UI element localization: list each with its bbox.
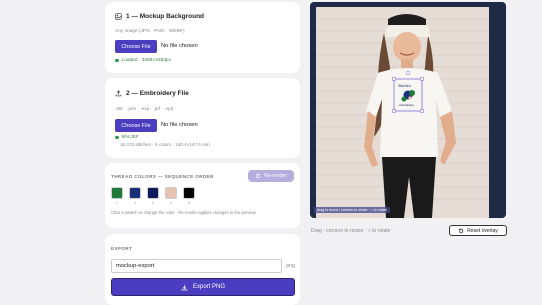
download-icon [181, 284, 188, 290]
svg-text:embroidery: embroidery [399, 103, 415, 107]
embroidery-choose-file-button[interactable]: Choose File [115, 119, 157, 132]
background-format-hint: Any image (JPG · PNG · WEBP) [115, 29, 185, 34]
thread-swatch-number: 2 [134, 201, 136, 205]
thread-colors-help: Click a swatch to change the color · Re-… [111, 210, 256, 215]
reset-overlay-label: Reset overlay [467, 227, 498, 234]
export-png-button[interactable]: Export PNG [111, 278, 295, 296]
thread-swatch-number: 5 [188, 201, 190, 205]
thread-swatch-number: 3 [152, 201, 154, 205]
mockup-preview-panel: Stitched embroidery drag to move / corne… [310, 2, 506, 218]
thread-swatch-number: 1 [116, 201, 118, 205]
export-extension: .png [285, 263, 295, 269]
embroidery-file-name: 6IN.JEF [121, 135, 139, 140]
mockup-background-card: 1 — Mockup Background Any image (JPG · P… [105, 2, 300, 73]
background-loaded-text: Loaded · 3368×4353px [121, 58, 171, 63]
thread-colors-label: THREAD COLORS — SEQUENCE ORDER [111, 174, 214, 179]
export-filename-input[interactable]: mockup-export [111, 259, 282, 273]
upload-icon [115, 90, 122, 97]
rerender-label: Re-render [264, 173, 287, 179]
mockup-background-title: 1 — Mockup Background [115, 13, 204, 20]
embroidery-file-title: 2 — Embroidery File [115, 90, 189, 97]
embroidery-file-status: No file chosen [161, 122, 198, 128]
embroidery-file-card: 2 — Embroidery File .dst · .pes · .exp ·… [105, 78, 300, 158]
success-dot-icon [115, 135, 119, 140]
embroidery-loaded-status: 6IN.JEF [115, 135, 139, 140]
thread-swatch[interactable] [111, 187, 123, 199]
mockup-photo-image: Stitched embroidery [316, 7, 489, 218]
thread-swatch[interactable] [165, 187, 177, 199]
thread-swatch[interactable] [147, 187, 159, 199]
refresh-icon [256, 173, 261, 179]
export-png-label: Export PNG [192, 284, 225, 290]
rerender-button[interactable]: Re-render [248, 170, 294, 182]
preview-caption: drag to move / corners to resize · ○ to … [314, 207, 391, 213]
thread-swatch-number: 4 [170, 201, 172, 205]
embroidery-file-stats: 16,472 stitches · 5 colors · 140.4×147.6… [120, 142, 210, 147]
thread-swatch[interactable] [183, 187, 195, 199]
export-card: EXPORT mockup-export .png Export PNG [105, 234, 300, 305]
drag-instructions: Drag · corners to resize · ○ to rotate [311, 228, 391, 234]
embroidery-format-hint: .dst · .pes · .exp · .jef · .vp3 [115, 107, 174, 112]
embroidery-file-title-text: 2 — Embroidery File [126, 90, 189, 97]
mockup-background-title-text: 1 — Mockup Background [126, 13, 205, 20]
reset-overlay-button[interactable]: Reset overlay [449, 225, 507, 236]
background-loaded-status: Loaded · 3368×4353px [115, 58, 171, 63]
background-choose-file-button[interactable]: Choose File [115, 40, 157, 53]
export-label: EXPORT [111, 246, 133, 251]
svg-text:Stitched: Stitched [398, 84, 411, 88]
mockup-photo[interactable]: Stitched embroidery [316, 7, 489, 218]
thread-swatch[interactable] [129, 187, 141, 199]
thread-colors-card: THREAD COLORS — SEQUENCE ORDER Re-render… [105, 163, 300, 228]
image-icon [115, 13, 122, 20]
reset-icon [458, 227, 464, 233]
success-dot-icon [115, 58, 119, 63]
background-file-status: No file chosen [161, 43, 198, 49]
